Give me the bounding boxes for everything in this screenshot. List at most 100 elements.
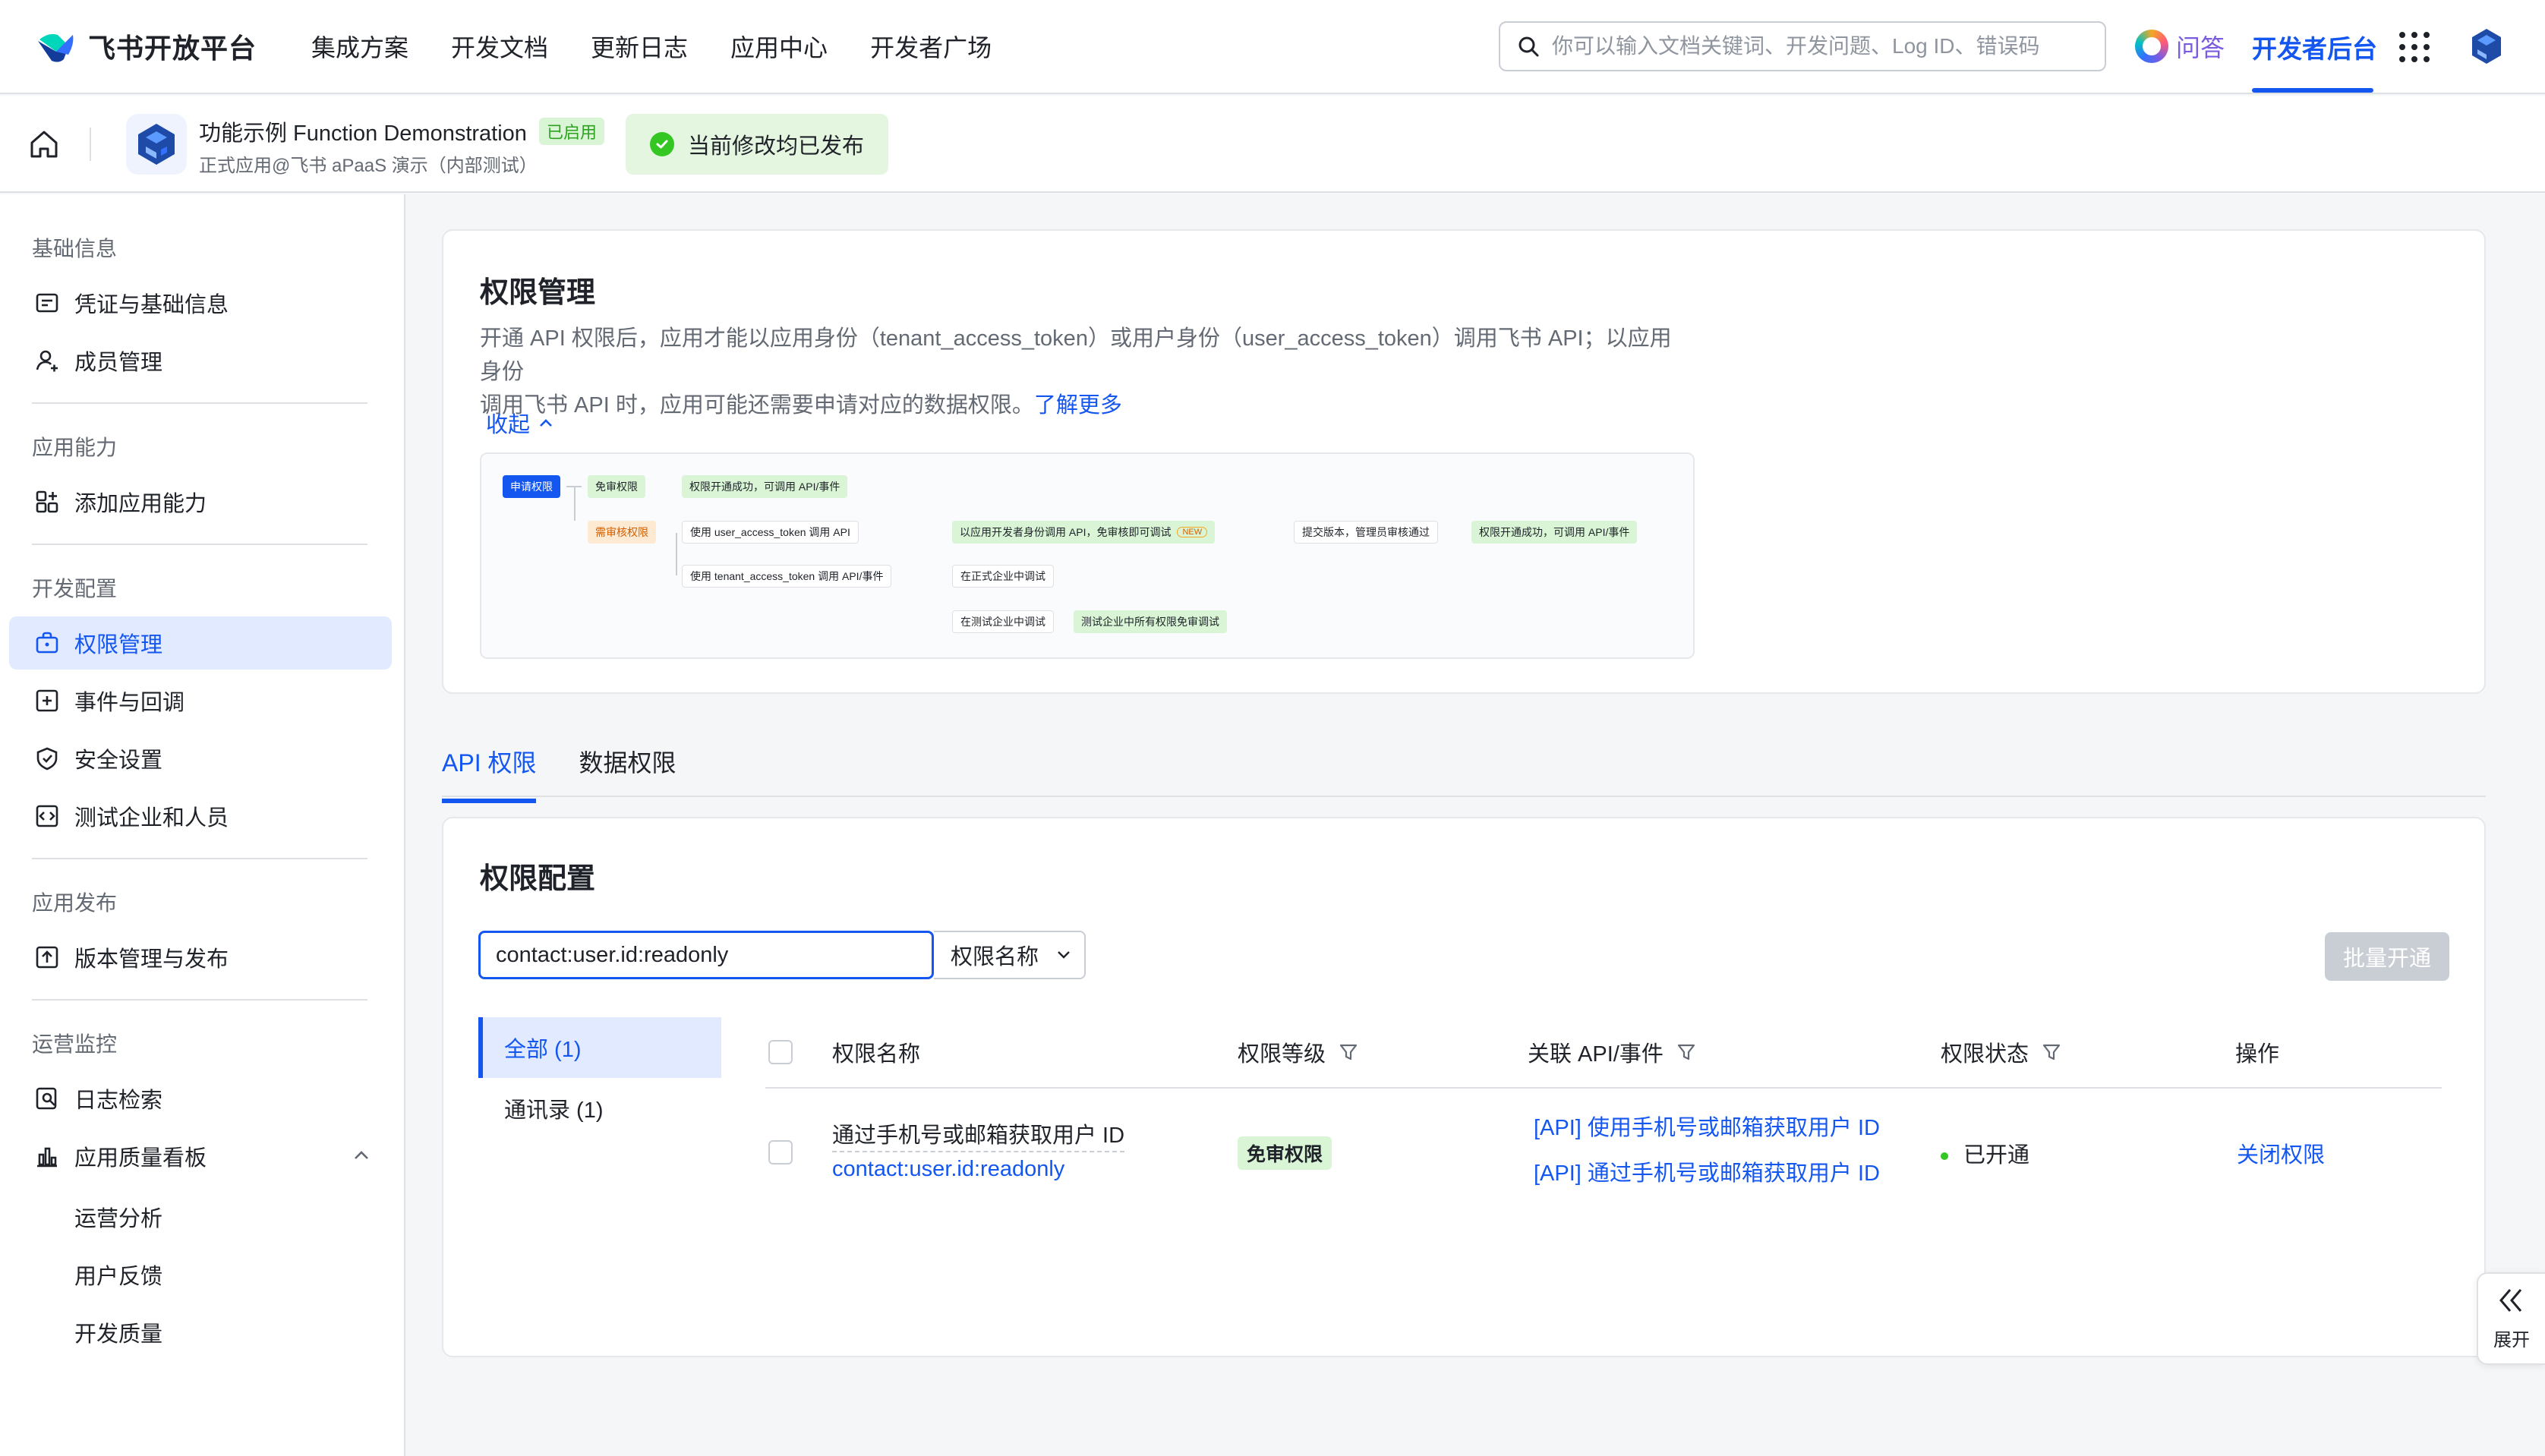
sidebar-item-quality-board[interactable]: 应用质量看板: [9, 1130, 392, 1183]
search-type-select[interactable]: 权限名称: [934, 931, 1086, 979]
app-status-badge: 已启用: [538, 118, 604, 145]
sidebar-divider: [32, 858, 367, 859]
learn-more-link[interactable]: 了解更多: [1034, 393, 1122, 418]
sidebar-group-monitor: 运营监控: [32, 1032, 118, 1056]
double-chevron-left-icon: [2499, 1288, 2522, 1312]
flow-free-ok: 权限开通成功，可调用 API/事件: [682, 475, 848, 498]
permission-intro-card: 权限管理 开通 API 权限后，应用才能以应用身份（tenant_access_…: [442, 229, 2486, 694]
brand-logo[interactable]: 飞书开放平台: [33, 24, 257, 68]
nav-item-changelog[interactable]: 更新日志: [591, 29, 688, 64]
sidebar: 基础信息 凭证与基础信息 成员管理 应用能力 添加应用能力 开发配置 权限管理 …: [0, 194, 405, 1456]
select-all-checkbox[interactable]: [768, 1040, 793, 1064]
sidebar-item-label: 权限管理: [74, 633, 163, 657]
sidebar-item-credentials[interactable]: 凭证与基础信息: [9, 276, 392, 329]
permission-search-input[interactable]: [496, 942, 921, 968]
filter-icon[interactable]: [2041, 1042, 2062, 1063]
desc-line2: 调用飞书 API 时，应用可能还需要申请对应的数据权限。: [480, 393, 1034, 418]
tab-data-permissions[interactable]: 数据权限: [579, 744, 676, 803]
expand-label: 展开: [2493, 1329, 2530, 1350]
top-navbar: 飞书开放平台 集成方案 开发文档 更新日志 应用中心 开发者广场 问答 开发者后…: [0, 0, 2545, 94]
nav-item-app-center[interactable]: 应用中心: [730, 29, 828, 64]
permission-table: 权限名称 权限等级 关联 API/事件 权限状态 操作 通过手机号或邮箱获取用户…: [747, 1017, 2454, 1216]
sidebar-item-permissions[interactable]: 权限管理: [9, 616, 392, 670]
flow-review-ok: 权限开通成功，可调用 API/事件: [1471, 521, 1638, 544]
sidebar-item-logs[interactable]: 日志检索: [9, 1072, 392, 1125]
filter-icon[interactable]: [1338, 1042, 1359, 1063]
desc-line1: 开通 API 权限后，应用才能以应用身份（tenant_access_token…: [480, 326, 1672, 384]
flow-apply: 申请权限: [503, 475, 560, 498]
app-name: 功能示例 Function Demonstration: [199, 121, 527, 146]
sidebar-item-label: 测试企业和人员: [74, 806, 229, 830]
chevron-up-icon[interactable]: [352, 1149, 371, 1161]
status-dot-icon: [1941, 1152, 1948, 1161]
category-contacts[interactable]: 通讯录 (1): [478, 1078, 721, 1139]
sidebar-item-label: 凭证与基础信息: [74, 293, 229, 317]
feishu-logo-icon: [38, 33, 74, 62]
tabs-divider: [442, 796, 2486, 797]
flow-connector: [676, 533, 677, 575]
sidebar-item-members[interactable]: 成员管理: [9, 334, 392, 387]
permission-name-text: 通过手机号或邮箱获取用户 ID: [832, 1124, 1125, 1152]
expand-panel-button[interactable]: 展开: [2477, 1272, 2545, 1365]
home-icon[interactable]: [27, 128, 61, 161]
app-grid-icon[interactable]: [2399, 32, 2430, 62]
permission-scope-link[interactable]: contact:user.id:readonly: [832, 1157, 1064, 1182]
category-all[interactable]: 全部 (1): [478, 1017, 721, 1078]
nav-item-solutions[interactable]: 集成方案: [311, 29, 408, 64]
flow-free: 免审权限: [588, 475, 645, 498]
sidebar-item-label: 添加应用能力: [74, 492, 207, 516]
search-icon: [1518, 36, 1539, 57]
qa-button[interactable]: 问答: [2135, 29, 2225, 64]
user-avatar[interactable]: [2465, 24, 2509, 68]
global-search[interactable]: [1499, 21, 2106, 71]
related-api-link[interactable]: [API] 使用手机号或邮箱获取用户 ID: [1534, 1110, 1880, 1142]
nav-item-docs[interactable]: 开发文档: [451, 29, 548, 64]
table-header-divider: [765, 1087, 2442, 1089]
sidebar-item-add-capability[interactable]: 添加应用能力: [9, 475, 392, 528]
flow-user-token: 使用 user_access_token 调用 API: [682, 521, 859, 544]
divider: [90, 128, 91, 161]
sidebar-subitem-ops[interactable]: 运营分析: [74, 1201, 162, 1233]
row-checkbox[interactable]: [768, 1140, 793, 1164]
th-permission-level: 权限等级: [1238, 1017, 1359, 1087]
nav-item-dev-plaza[interactable]: 开发者广场: [870, 29, 992, 64]
sidebar-divider: [32, 999, 367, 1001]
event-icon: [33, 687, 61, 714]
collapse-label: 收起: [486, 413, 531, 437]
new-badge: NEW: [1177, 527, 1208, 537]
dev-console-tab[interactable]: 开发者后台: [2252, 29, 2377, 65]
sidebar-group-dev-config: 开发配置: [32, 577, 118, 600]
sidebar-item-test-tenants[interactable]: 测试企业和人员: [9, 789, 392, 843]
permission-flow-diagram: 申请权限 免审权限 权限开通成功，可调用 API/事件 需审核权限 使用 use…: [480, 452, 1695, 659]
sidebar-item-events[interactable]: 事件与回调: [9, 674, 392, 727]
search-type-value: 权限名称: [951, 945, 1039, 969]
page-title: 权限管理: [480, 277, 596, 309]
log-icon: [33, 1085, 61, 1112]
batch-enable-button[interactable]: 批量开通: [2325, 932, 2449, 981]
sidebar-subitem-dev-quality[interactable]: 开发质量: [74, 1316, 162, 1348]
sidebar-item-security[interactable]: 安全设置: [9, 732, 392, 785]
filter-icon[interactable]: [1676, 1042, 1697, 1063]
collapse-button[interactable]: 收起: [486, 407, 554, 439]
sidebar-divider: [32, 544, 367, 545]
global-search-input[interactable]: [1552, 34, 2083, 58]
th-related-api: 关联 API/事件: [1528, 1017, 1697, 1087]
category-list: 全部 (1) 通讯录 (1): [478, 1017, 721, 1139]
shield-icon: [33, 745, 61, 772]
permission-search-field[interactable]: [478, 931, 934, 979]
related-api-link[interactable]: [API] 通过手机号或邮箱获取用户 ID: [1534, 1155, 1880, 1187]
publish-status-badge: 当前修改均已发布: [626, 114, 889, 175]
sidebar-item-versions[interactable]: 版本管理与发布: [9, 931, 392, 984]
th-label: 关联 API/事件: [1528, 1042, 1664, 1067]
sidebar-item-label: 日志检索: [74, 1089, 163, 1113]
app-subtitle: 正式应用@飞书 aPaaS 演示（内部测试）: [199, 156, 538, 176]
chevron-up-icon: [540, 419, 552, 427]
th-label: 权限状态: [1941, 1042, 2029, 1067]
tab-api-permissions[interactable]: API 权限: [442, 744, 537, 803]
close-permission-link[interactable]: 关闭权限: [2237, 1137, 2325, 1169]
sidebar-subitem-feedback[interactable]: 用户反馈: [74, 1259, 162, 1291]
upload-icon: [33, 944, 61, 971]
brand-name: 飞书开放平台: [88, 33, 257, 64]
chevron-down-icon: [1058, 951, 1070, 959]
credential-icon: [33, 289, 61, 317]
